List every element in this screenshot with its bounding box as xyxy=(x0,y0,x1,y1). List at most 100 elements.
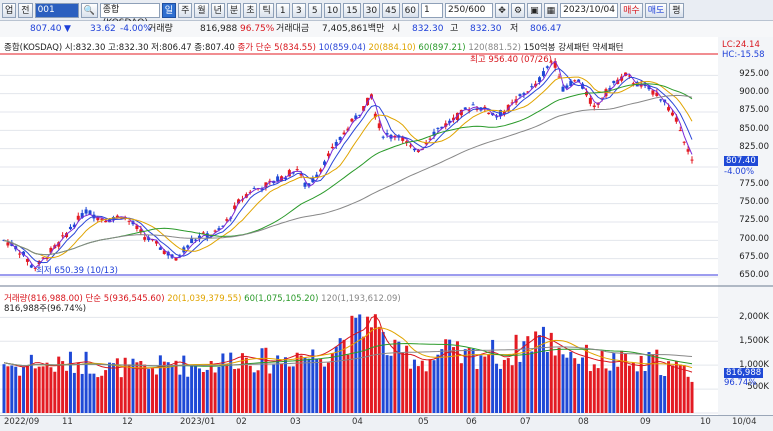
volume-bar xyxy=(381,331,385,413)
minute-10-button[interactable]: 10 xyxy=(323,2,342,18)
volume-bar xyxy=(217,366,221,413)
xtick: 12 xyxy=(122,417,133,427)
volume-bar xyxy=(143,364,147,413)
volume-bar xyxy=(315,358,319,413)
volume-bar xyxy=(25,366,29,413)
candle-body xyxy=(377,123,381,129)
volume-bar xyxy=(323,366,327,413)
last-price-tag: 807.40 xyxy=(724,156,758,166)
volume-bar xyxy=(412,359,416,413)
minute-15-button[interactable]: 15 xyxy=(343,2,361,18)
volume-bar xyxy=(354,317,358,413)
volume-bar xyxy=(76,362,80,413)
interval-input[interactable]: 1 xyxy=(421,2,444,18)
period-minute-button[interactable]: 분 xyxy=(226,2,242,18)
time-axis: 2022/09 11 12 2023/01 02 03 04 05 06 07 … xyxy=(0,415,773,431)
high-label: 고 xyxy=(450,24,459,34)
minute-30-button[interactable]: 30 xyxy=(362,2,381,18)
calendar-icon[interactable]: ▦ xyxy=(543,2,559,18)
ytick: 900.00 xyxy=(739,87,769,97)
period-tick-button[interactable]: 틱 xyxy=(259,2,274,18)
date-input[interactable]: 2023/10/04 xyxy=(560,2,619,18)
legend-ma120[interactable]: 120(881.52) xyxy=(468,43,521,53)
volume-bar xyxy=(80,373,84,413)
volume-bar xyxy=(647,352,651,413)
xtick: 09 xyxy=(640,417,651,427)
candle-body xyxy=(409,145,413,147)
ytick: 775.00 xyxy=(739,179,769,189)
candle-body xyxy=(573,80,577,82)
save-icon[interactable]: ▣ xyxy=(527,2,542,18)
legend-vol-ma5[interactable]: 단순 5(936,545.60) xyxy=(85,294,164,304)
volume-bar xyxy=(561,354,565,413)
volume-bar xyxy=(416,366,420,413)
xtick: 03 xyxy=(290,417,301,427)
period-second-button[interactable]: 초 xyxy=(243,2,258,18)
volume-bar xyxy=(491,339,495,413)
volume-bar xyxy=(436,354,440,413)
volume-bar xyxy=(338,338,342,413)
volume-bar xyxy=(135,362,139,413)
search-icon[interactable]: 🔍 xyxy=(80,2,98,18)
volume-bar xyxy=(452,347,456,413)
volume-bar xyxy=(584,344,588,413)
settings-icon[interactable]: ⚙ xyxy=(511,2,526,18)
legend-ma60[interactable]: 60(897.21) xyxy=(418,43,465,53)
crosshair-icon[interactable]: ✥ xyxy=(495,2,510,18)
volume-bar xyxy=(432,360,436,413)
evaluate-button[interactable]: 평 xyxy=(669,2,684,18)
price-change: 33.62 xyxy=(90,24,116,34)
candle-body xyxy=(487,112,491,115)
volume-bar xyxy=(170,365,174,413)
volume-bar xyxy=(213,372,217,413)
low-value: 806.47 xyxy=(530,24,562,34)
candle-body xyxy=(252,188,256,190)
volume-bar xyxy=(182,355,186,413)
amount-value: 7,405,861백만 xyxy=(322,24,385,34)
minute-60-button[interactable]: 60 xyxy=(401,2,420,18)
menu-button[interactable]: 업 xyxy=(2,2,17,18)
period-day-button[interactable]: 일 xyxy=(161,2,177,18)
legend-ma5[interactable]: 종가 단순 5(834.55) xyxy=(237,43,315,53)
volume-bar xyxy=(440,349,444,413)
stock-name-field[interactable]: 종합(KOSDAQ) xyxy=(99,2,160,28)
volume-bar xyxy=(45,362,49,413)
minute-1-button[interactable]: 1 xyxy=(275,2,290,18)
minute-5-button[interactable]: 5 xyxy=(307,2,322,18)
legend-ma20[interactable]: 20(884.10) xyxy=(369,43,416,53)
volume-bar xyxy=(49,367,53,413)
volume-bar xyxy=(295,352,299,413)
sell-button[interactable]: 매도 xyxy=(644,2,668,18)
legend-vol-ma120[interactable]: 120(1,193,612.09) xyxy=(321,294,401,304)
volume-bar xyxy=(483,356,487,413)
candle-body xyxy=(592,105,596,108)
legend-main: 종합(KOSDAQ) 시:832.30 고:832.30 저:806.47 종:… xyxy=(4,43,235,53)
candle-body xyxy=(463,107,467,110)
view-button[interactable]: 전 xyxy=(18,2,33,18)
stock-chart[interactable] xyxy=(0,37,773,415)
period-year-button[interactable]: 년 xyxy=(210,2,225,18)
legend-ma10[interactable]: 10(859.04) xyxy=(319,43,366,53)
legend-vol-ma20[interactable]: 20(1,039,379.55) xyxy=(167,294,241,304)
volume-bar xyxy=(18,375,22,413)
candle-body xyxy=(61,235,65,237)
volume-bar xyxy=(233,369,237,413)
period-week-button[interactable]: 주 xyxy=(178,2,193,18)
volume-bar xyxy=(604,368,608,413)
candle-body xyxy=(612,80,616,84)
buy-button[interactable]: 매수 xyxy=(620,2,643,18)
xtick: 07 xyxy=(520,417,531,427)
volume-bar xyxy=(178,374,182,413)
legend-vol-ma60[interactable]: 60(1,075,105.20) xyxy=(244,294,318,304)
legend-ma150[interactable]: 150억봉 강세패턴 약세패턴 xyxy=(524,43,624,53)
period-month-button[interactable]: 월 xyxy=(194,2,209,18)
volume-bar xyxy=(225,363,229,413)
stock-code-input[interactable]: 001 xyxy=(34,2,79,18)
volume-bar xyxy=(471,348,475,413)
candle-body xyxy=(471,104,475,106)
xtick: 06 xyxy=(466,417,477,427)
minute-45-button[interactable]: 45 xyxy=(382,2,400,18)
candle-count-input[interactable]: 250/600 xyxy=(445,2,494,18)
volume-bar xyxy=(319,359,323,413)
minute-3-button[interactable]: 3 xyxy=(291,2,306,18)
